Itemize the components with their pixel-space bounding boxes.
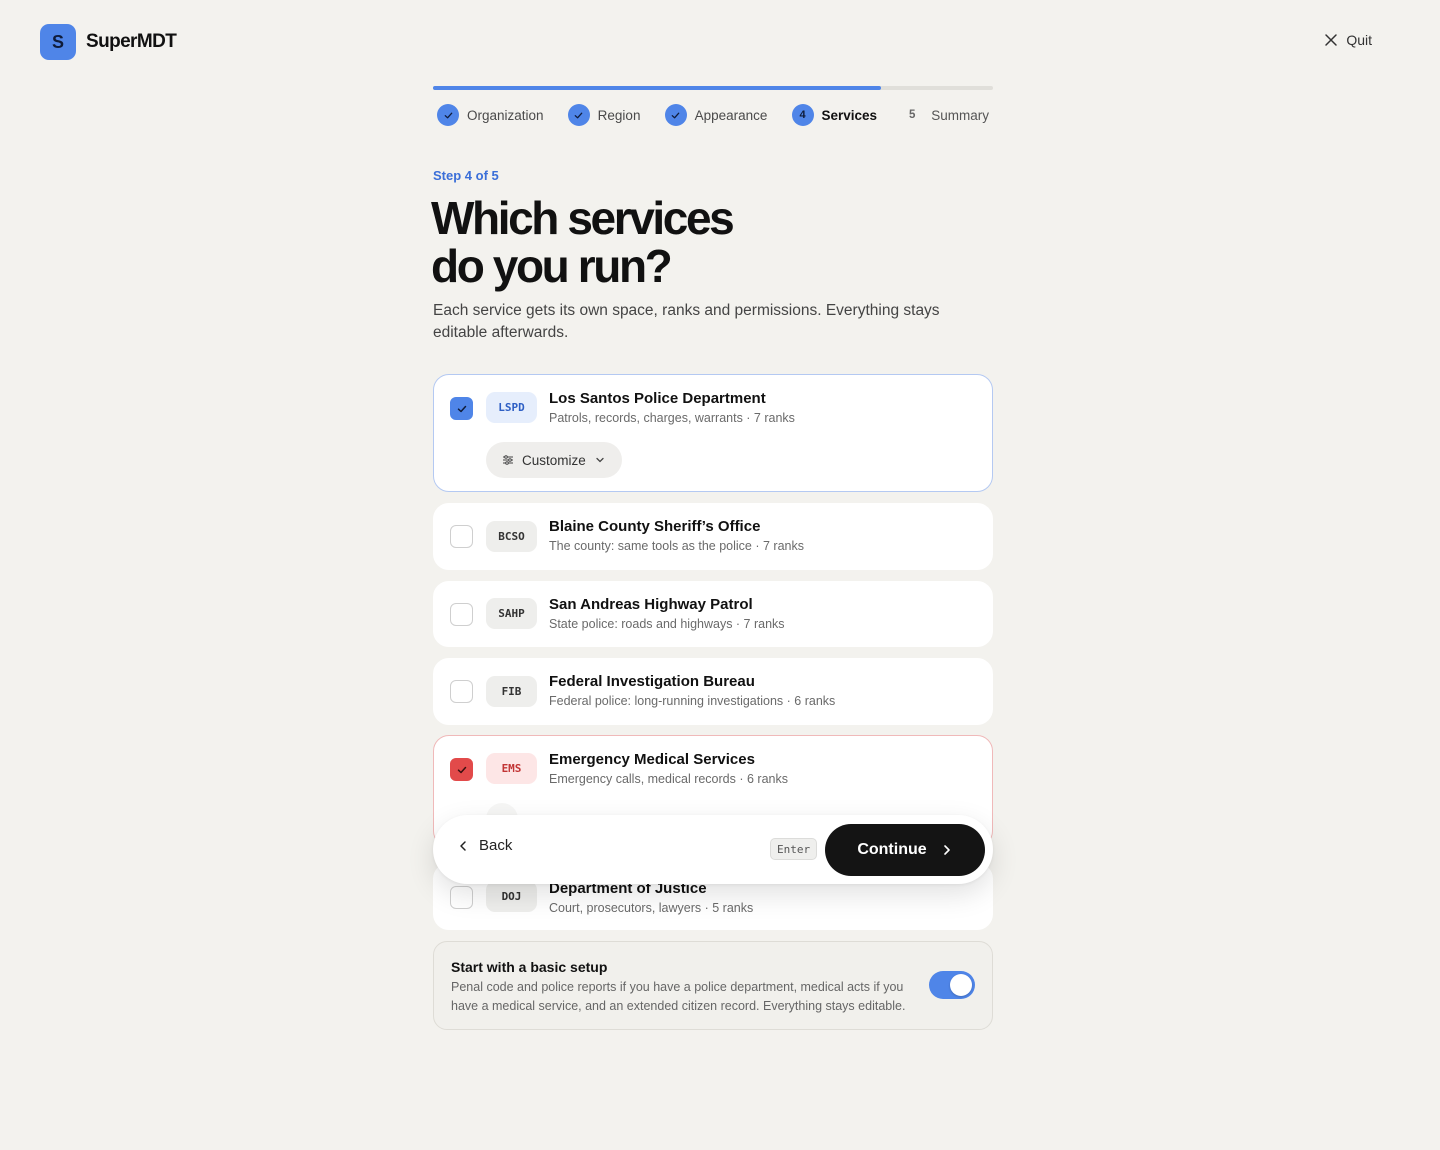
service-name: Blaine County Sheriff’s Office [549,518,761,535]
step-organization[interactable]: Organization [433,104,548,126]
onboarding-page: S SuperMDT Quit Organization Region Appe… [0,0,1440,1150]
title-line: Which services [431,192,735,244]
step-region[interactable]: Region [564,104,645,126]
step-number: 4 [791,104,814,126]
customize-label: Customize [522,452,586,468]
chevron-down-icon [596,457,604,463]
keyboard-shortcut-hint: Enter [770,838,818,860]
service-card-sahp[interactable]: SAHP San Andreas Highway Patrol State po… [433,581,993,647]
customize-button[interactable]: Customize [486,442,622,478]
check-icon [437,104,459,126]
service-checkbox[interactable] [450,525,473,548]
page-subtitle: Each service gets its own space, ranks a… [433,302,940,341]
service-name: Emergency Medical Services [549,751,755,768]
service-checkbox[interactable] [450,680,473,703]
stepper: Organization Region Appearance 4 Service… [433,104,993,126]
close-icon [1325,34,1338,46]
quit-label: Quit [1346,32,1372,48]
service-description: State police: roads and highways · 7 ran… [549,617,785,631]
toggle-knob [950,974,972,996]
step-number: 5 [909,109,916,121]
back-button[interactable]: Back [457,837,512,854]
quit-button[interactable]: Quit [1324,32,1372,48]
service-card-fib[interactable]: FIB Federal Investigation Bureau Federal… [433,658,993,725]
basic-setup-description: Penal code and police reports if you hav… [451,980,906,1013]
service-description: Emergency calls, medical records · 6 ran… [549,772,788,786]
step-label: Organization [467,107,544,123]
check-icon [664,104,687,126]
service-description: Patrols, records, charges, warrants · 7 … [549,411,795,425]
progress-bar [433,86,993,90]
step-label: Region [597,107,641,123]
step-services[interactable]: 4 Services [788,104,882,126]
brand-logo: S [40,24,76,60]
back-label: Back [479,837,513,854]
service-code-badge: SAHP [486,598,537,629]
service-card-bcso[interactable]: BCSO Blaine County Sheriff’s Office The … [433,503,993,570]
service-code-badge: BCSO [486,521,537,552]
service-description: Court, prosecutors, lawyers · 5 ranks [549,901,754,915]
check-icon [567,104,590,126]
service-code-badge: DOJ [486,881,537,912]
service-description: Federal police: long-running investigati… [549,694,836,708]
step-summary[interactable]: 5 Summary [897,108,993,123]
basic-setup-toggle[interactable] [929,971,975,999]
service-checkbox[interactable] [450,603,473,626]
brand: S SuperMDT [40,24,177,60]
service-name: Federal Investigation Bureau [549,673,755,690]
continue-label: Continue [857,841,927,858]
service-checkbox[interactable] [450,758,473,781]
title-line: do you run? [431,240,673,292]
service-name: San Andreas Highway Patrol [549,596,753,613]
step-label: Services [821,107,878,123]
service-code-badge: LSPD [486,392,537,423]
service-description: The county: same tools as the police · 7… [549,539,804,553]
service-name: Los Santos Police Department [549,390,766,407]
continue-button[interactable]: Continue [825,824,985,876]
step-label: Appearance [694,107,768,123]
service-code-badge: EMS [486,753,537,784]
service-code-badge: FIB [486,676,537,707]
service-card-lspd[interactable]: LSPD Los Santos Police Department Patrol… [433,374,993,492]
step-counter: Step 4 of 5 [433,168,499,183]
service-checkbox[interactable] [450,397,473,420]
page-title: Which services do you run? [431,192,735,292]
service-checkbox[interactable] [450,886,473,909]
action-bar: Back Enter Continue [433,815,993,884]
sliders-icon [503,455,513,465]
check-icon [457,766,466,773]
chevron-right-icon [943,845,950,855]
step-label: Summary [931,107,989,123]
basic-setup-panel: Start with a basic setup Penal code and … [433,941,993,1030]
basic-setup-title: Start with a basic setup [451,959,608,975]
check-icon [457,405,466,412]
brand-name: SuperMDT [86,31,177,52]
chevron-left-icon [460,840,466,851]
progress-fill [433,86,881,90]
step-appearance[interactable]: Appearance [661,104,772,126]
